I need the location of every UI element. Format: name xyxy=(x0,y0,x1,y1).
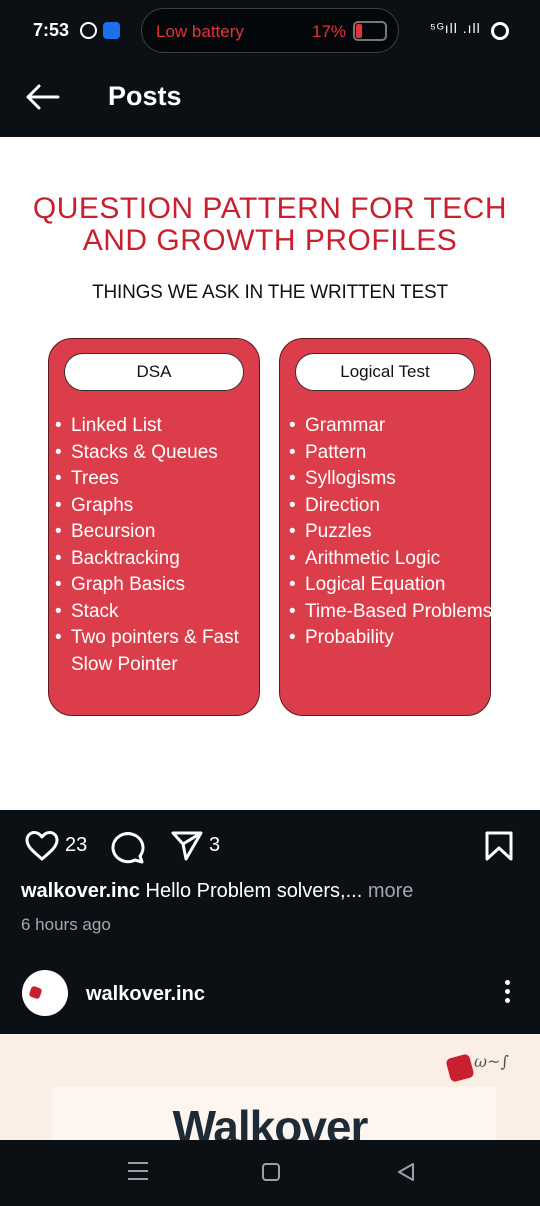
list-item: Graph Basics xyxy=(55,572,260,599)
bookmark-save-icon[interactable] xyxy=(484,830,514,862)
dice-logo-icon xyxy=(445,1053,475,1083)
signature-logo-icon: ω~∫ xyxy=(474,1052,509,1071)
status-time: 7:53 xyxy=(33,20,70,40)
next-post-image-title: Walkover xyxy=(172,1101,369,1140)
comment-icon[interactable] xyxy=(109,830,145,864)
system-nav-bar xyxy=(0,1140,540,1206)
share-send-icon[interactable] xyxy=(170,830,204,862)
app-notification-icon xyxy=(103,22,120,39)
status-bar: 7:53 Low battery 17% ⁵ᴳıll .ıll xyxy=(0,0,540,60)
post-image[interactable]: QUESTION PATTERN FOR TECH AND GROWTH PRO… xyxy=(0,137,540,810)
list-item: Time-Based Problems xyxy=(289,599,494,626)
list-item: Probability xyxy=(289,625,494,652)
signal-icon: ⁵ᴳıll .ıll xyxy=(430,20,481,36)
post-actions: 23 3 xyxy=(0,810,540,880)
list-item: Pattern xyxy=(289,440,494,467)
more-options-icon[interactable] xyxy=(500,980,514,1008)
list-item: Grammar xyxy=(289,413,494,440)
next-post-image[interactable]: ω~∫ Walkover xyxy=(0,1034,540,1140)
list-item: Trees xyxy=(55,466,260,493)
next-post-header: walkover.inc xyxy=(0,950,540,1034)
ring-icon xyxy=(491,22,509,40)
battery-percent: 17% xyxy=(312,22,347,41)
post-image-title: QUESTION PATTERN FOR TECH AND GROWTH PRO… xyxy=(32,192,508,257)
dsa-topic-list: Linked List Stacks & Queues Trees Graphs… xyxy=(55,413,260,678)
caption-more-link[interactable]: more xyxy=(362,880,414,902)
logical-test-card: Logical Test Grammar Pattern Syllogisms … xyxy=(279,338,494,716)
list-item: Linked List xyxy=(55,413,260,440)
list-item: Arithmetic Logic xyxy=(289,546,494,573)
logical-test-card-heading: Logical Test xyxy=(295,353,475,391)
nav-back-icon[interactable] xyxy=(396,1162,416,1182)
like-heart-icon[interactable] xyxy=(24,830,60,862)
whatsapp-icon xyxy=(80,22,97,39)
list-item: Becursion xyxy=(55,519,260,546)
list-item: Logical Equation xyxy=(289,572,494,599)
list-item: Puzzles xyxy=(289,519,494,546)
list-item: Graphs xyxy=(55,493,260,520)
logical-topic-list: Grammar Pattern Syllogisms Direction Puz… xyxy=(289,413,494,652)
post-timestamp: 6 hours ago xyxy=(21,915,111,934)
list-item: Two pointers & Fast Slow Pointer xyxy=(55,625,260,678)
list-item: Direction xyxy=(289,493,494,520)
recent-apps-icon[interactable] xyxy=(128,1162,148,1182)
list-item: Stacks & Queues xyxy=(55,440,260,467)
list-item: Backtracking xyxy=(55,546,260,573)
low-battery-label: Low battery xyxy=(156,22,244,41)
list-item: Syllogisms xyxy=(289,466,494,493)
avatar[interactable] xyxy=(22,970,68,1016)
like-count[interactable]: 23 xyxy=(65,834,87,857)
share-count[interactable]: 3 xyxy=(209,834,220,857)
home-icon[interactable] xyxy=(262,1163,280,1181)
dsa-card: DSA Linked List Stacks & Queues Trees Gr… xyxy=(48,338,260,716)
dsa-card-heading: DSA xyxy=(64,353,244,391)
caption-username[interactable]: walkover.inc xyxy=(21,880,140,902)
battery-icon xyxy=(353,21,387,41)
next-post-username[interactable]: walkover.inc xyxy=(86,983,205,1006)
page-title: Posts xyxy=(108,81,182,111)
caption-text: Hello Problem solvers,... xyxy=(139,880,363,902)
list-item: Stack xyxy=(55,599,260,626)
post-caption[interactable]: walkover.inc Hello Problem solvers,... m… xyxy=(21,880,413,903)
top-bar: Posts xyxy=(0,60,540,137)
walkover-logo-icon xyxy=(28,985,43,1000)
post-image-subtitle: THINGS WE ASK IN THE WRITTEN TEST xyxy=(92,282,448,303)
battery-alert-pill: Low battery 17% xyxy=(141,8,399,53)
back-arrow-icon[interactable] xyxy=(24,82,60,112)
